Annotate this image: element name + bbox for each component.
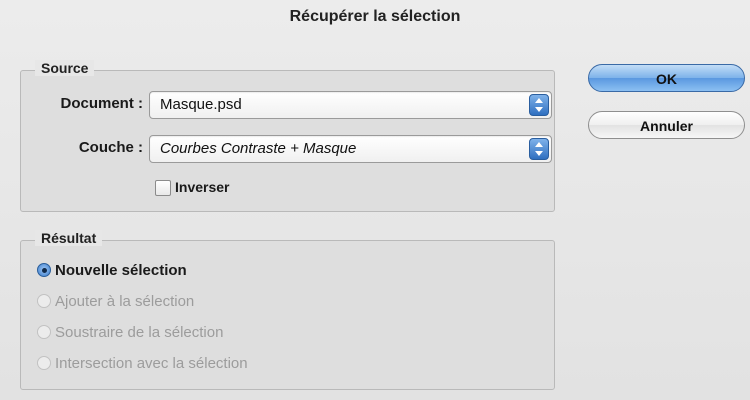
document-select[interactable]: Masque.psd: [149, 91, 552, 119]
channel-label: Couche :: [78, 139, 143, 156]
radio-new-selection[interactable]: Nouvelle sélection: [37, 259, 187, 281]
load-selection-dialog: Récupérer la sélection Source Document :…: [0, 0, 750, 400]
ok-button[interactable]: OK: [588, 64, 745, 92]
document-select-value: Masque.psd: [160, 96, 242, 113]
radio-add-to-selection[interactable]: Ajouter à la sélection: [37, 290, 194, 312]
source-group: Source Document : Masque.psd Couche : Co…: [20, 60, 555, 212]
radio-label: Ajouter à la sélection: [55, 292, 195, 310]
radio-button-icon: [37, 263, 51, 277]
radio-label: Intersection avec la sélection: [55, 354, 248, 372]
invert-checkbox[interactable]: [155, 180, 171, 196]
radio-button-icon: [37, 325, 51, 339]
result-legend: Résultat: [35, 230, 103, 246]
radio-subtract-from-selection[interactable]: Soustraire de la sélection: [37, 321, 223, 343]
dialog-title: Récupérer la sélection: [289, 8, 461, 25]
document-label: Document :: [60, 95, 144, 112]
chevron-updown-icon: [529, 94, 549, 116]
radio-label: Nouvelle sélection: [55, 261, 187, 279]
channel-select-value: Courbes Contraste + Masque: [160, 140, 357, 157]
radio-intersect-with-selection[interactable]: Intersection avec la sélection: [37, 352, 248, 374]
invert-label: Inverser: [175, 179, 230, 195]
channel-select[interactable]: Courbes Contraste + Masque: [149, 135, 552, 163]
radio-button-icon: [37, 294, 51, 308]
chevron-updown-icon: [529, 138, 549, 160]
source-legend: Source: [35, 60, 95, 76]
result-group: Résultat Nouvelle sélection Ajouter à la…: [20, 230, 555, 390]
radio-button-icon: [37, 356, 51, 370]
radio-label: Soustraire de la sélection: [55, 323, 224, 341]
cancel-button[interactable]: Annuler: [588, 111, 745, 139]
